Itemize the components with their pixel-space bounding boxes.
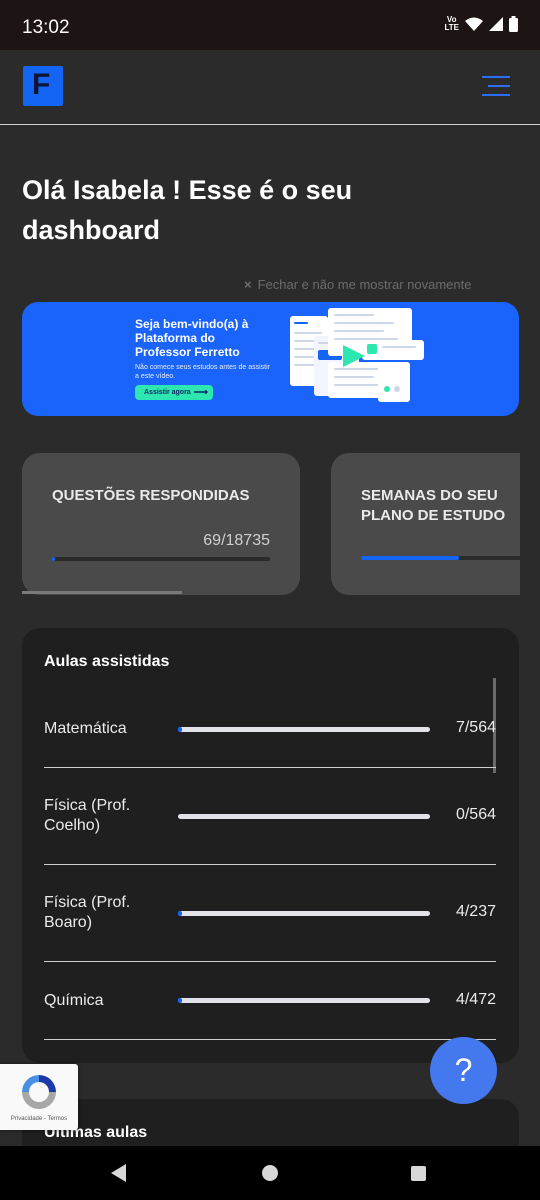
progress-track: [361, 556, 520, 560]
dismiss-banner-link[interactable]: × Fechar e não me mostrar novamente: [244, 277, 471, 292]
stats-carousel[interactable]: QUESTÕES RESPONDIDAS 69/18735 SEMANAS DO…: [22, 453, 520, 595]
subject-name: Física (Prof. Boaro): [44, 894, 131, 931]
recaptcha-badge[interactable]: Privacidade - Termos: [0, 1064, 78, 1130]
subject-name: Matemática: [44, 720, 127, 737]
card-label: QUESTÕES RESPONDIDAS: [52, 487, 250, 504]
status-time: 13:02: [22, 17, 70, 38]
subject-row[interactable]: Química 4/472: [44, 962, 496, 1040]
help-button[interactable]: ?: [430, 1037, 497, 1104]
subject-progress-track: [178, 911, 430, 916]
progress-track: [52, 557, 270, 561]
subject-count: 7/564: [455, 719, 496, 736]
recaptcha-icon: [22, 1075, 56, 1109]
volte-bottom-label: LTE: [444, 23, 459, 32]
ferretto-logo[interactable]: F: [23, 66, 63, 106]
subject-name: Química: [44, 992, 104, 1009]
card-value: 69/18735: [203, 532, 270, 549]
banner-title: Seja bem-vindo(a) à Plataforma do Profes…: [135, 317, 249, 359]
battery-icon: [509, 16, 518, 32]
subject-progress-track: [178, 814, 430, 819]
menu-icon[interactable]: [482, 76, 510, 96]
carousel-scroll-indicator: [22, 591, 182, 594]
subject-progress-track: [178, 727, 430, 732]
subject-count: 0/564: [455, 806, 496, 823]
system-navigation-bar: [0, 1146, 540, 1200]
back-icon[interactable]: [110, 1163, 128, 1183]
subject-progress-fill: [178, 998, 182, 1003]
status-bar: 13:02 Vo LTE: [0, 0, 540, 50]
wifi-icon: [465, 17, 483, 31]
page-title: Olá Isabela ! Esse é o seu dashboard: [22, 175, 353, 245]
progress-fill: [52, 557, 56, 561]
subject-count: 4/472: [455, 991, 496, 1008]
panel-title: Aulas assistidas: [44, 653, 170, 670]
status-icons: Vo LTE: [444, 16, 518, 32]
dismiss-label: Fechar e não me mostrar novamente: [257, 277, 472, 292]
close-icon: ×: [244, 277, 252, 292]
progress-fill: [361, 556, 460, 560]
subject-name: Física (Prof. Coelho): [44, 797, 131, 834]
watched-lessons-panel: Aulas assistidas Matemática 7/564 Física…: [22, 628, 519, 1063]
banner-subtitle: Não comece seus estudos antes de assisti…: [135, 364, 271, 380]
watch-now-label: Assistir agora: [144, 389, 191, 396]
study-plan-weeks-card[interactable]: SEMANAS DO SEU PLANO DE ESTUDO: [331, 453, 520, 595]
logo-letter: F: [32, 68, 51, 101]
card-label: SEMANAS DO SEU PLANO DE ESTUDO: [361, 487, 506, 524]
subject-progress-fill: [178, 911, 183, 916]
subject-progress-track: [178, 998, 430, 1003]
subject-count: 4/237: [455, 903, 496, 920]
subject-row[interactable]: Física (Prof. Coelho) 0/564: [44, 768, 496, 865]
home-icon[interactable]: [262, 1165, 278, 1181]
questions-answered-card[interactable]: QUESTÕES RESPONDIDAS 69/18735: [22, 453, 300, 595]
arrow-right-icon: ⟶: [193, 387, 208, 398]
signal-icon: [489, 17, 503, 31]
subject-row[interactable]: Física (Prof. Boaro) 4/237: [44, 865, 496, 962]
volte-icon: Vo LTE: [444, 16, 459, 32]
subject-row[interactable]: Matemática 7/564: [44, 710, 496, 768]
play-icon: [343, 345, 365, 367]
recaptcha-links[interactable]: Privacidade - Termos: [0, 1116, 78, 1122]
recent-apps-icon[interactable]: [411, 1166, 426, 1181]
welcome-banner[interactable]: Seja bem-vindo(a) à Plataforma do Profes…: [22, 302, 519, 416]
subject-progress-fill: [178, 727, 182, 732]
watch-now-button[interactable]: Assistir agora ⟶: [135, 385, 213, 400]
top-app-bar: F: [0, 50, 540, 125]
